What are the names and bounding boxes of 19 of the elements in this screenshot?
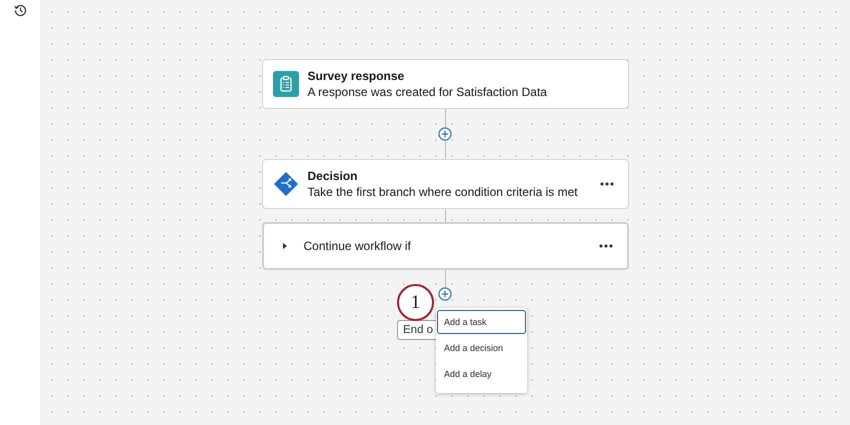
clipboard-icon — [272, 71, 298, 97]
caret-icon[interactable] — [282, 243, 288, 249]
menu-item[interactable]: Add a task — [437, 310, 526, 334]
node-description: A response was created for Satisfaction Data — [308, 85, 548, 99]
add-step-button[interactable] — [438, 287, 452, 301]
node-title: Survey response — [308, 69, 406, 83]
step-number-callout: 1 — [397, 284, 434, 321]
branch-icon — [272, 171, 298, 197]
history-icon[interactable] — [14, 4, 26, 17]
decision-card[interactable]: Decision Take the first branch where condition criteria is met — [262, 159, 628, 209]
add-step-button[interactable] — [438, 127, 452, 141]
condition-label: Continue workflow if — [304, 239, 412, 253]
trigger-card[interactable]: Survey response A response was created for Satisfaction Data — [262, 59, 628, 109]
condition-card[interactable]: Continue workflow if — [262, 222, 628, 270]
more-options-icon[interactable] — [598, 244, 612, 248]
more-options-icon[interactable] — [600, 182, 614, 186]
menu-item[interactable]: Add a delay — [437, 362, 526, 386]
node-title: Decision — [308, 169, 359, 183]
node-description: Take the first branch where condition criteria is met — [308, 185, 579, 199]
